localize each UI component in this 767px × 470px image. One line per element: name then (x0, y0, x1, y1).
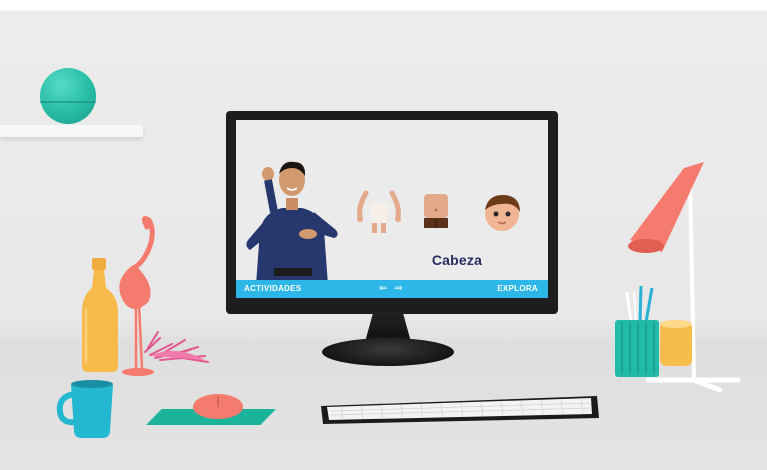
monitor-screen: Cabeza ACTIVIDADES ⇐ ⇒ EXPLORA (236, 120, 548, 298)
flamingo-figurine (119, 216, 155, 376)
mouse (193, 395, 243, 419)
sign-language-presenter (246, 161, 338, 285)
head-body-part-icon (485, 194, 520, 231)
topic-label: Cabeza (431, 252, 483, 268)
nav-arrows[interactable]: ⇐ ⇒ (379, 283, 405, 294)
torso-body-part-icon (424, 194, 448, 228)
pen-holder (615, 285, 659, 377)
teal-mug (56, 380, 113, 438)
desk-scene: Cabeza ACTIVIDADES ⇐ ⇒ EXPLORA (0, 0, 767, 470)
bottom-nav-bar: ACTIVIDADES ⇐ ⇒ EXPLORA (236, 280, 548, 298)
explora-logo[interactable]: EXPLORA (497, 284, 538, 293)
keyboard (321, 396, 599, 424)
monitor-base (322, 338, 454, 366)
pink-coral-decor (144, 331, 209, 363)
yellow-bottle (82, 258, 118, 372)
yellow-block (660, 320, 692, 366)
arms-body-part-icon (357, 190, 401, 233)
actividades-link[interactable]: ACTIVIDADES (244, 284, 302, 293)
